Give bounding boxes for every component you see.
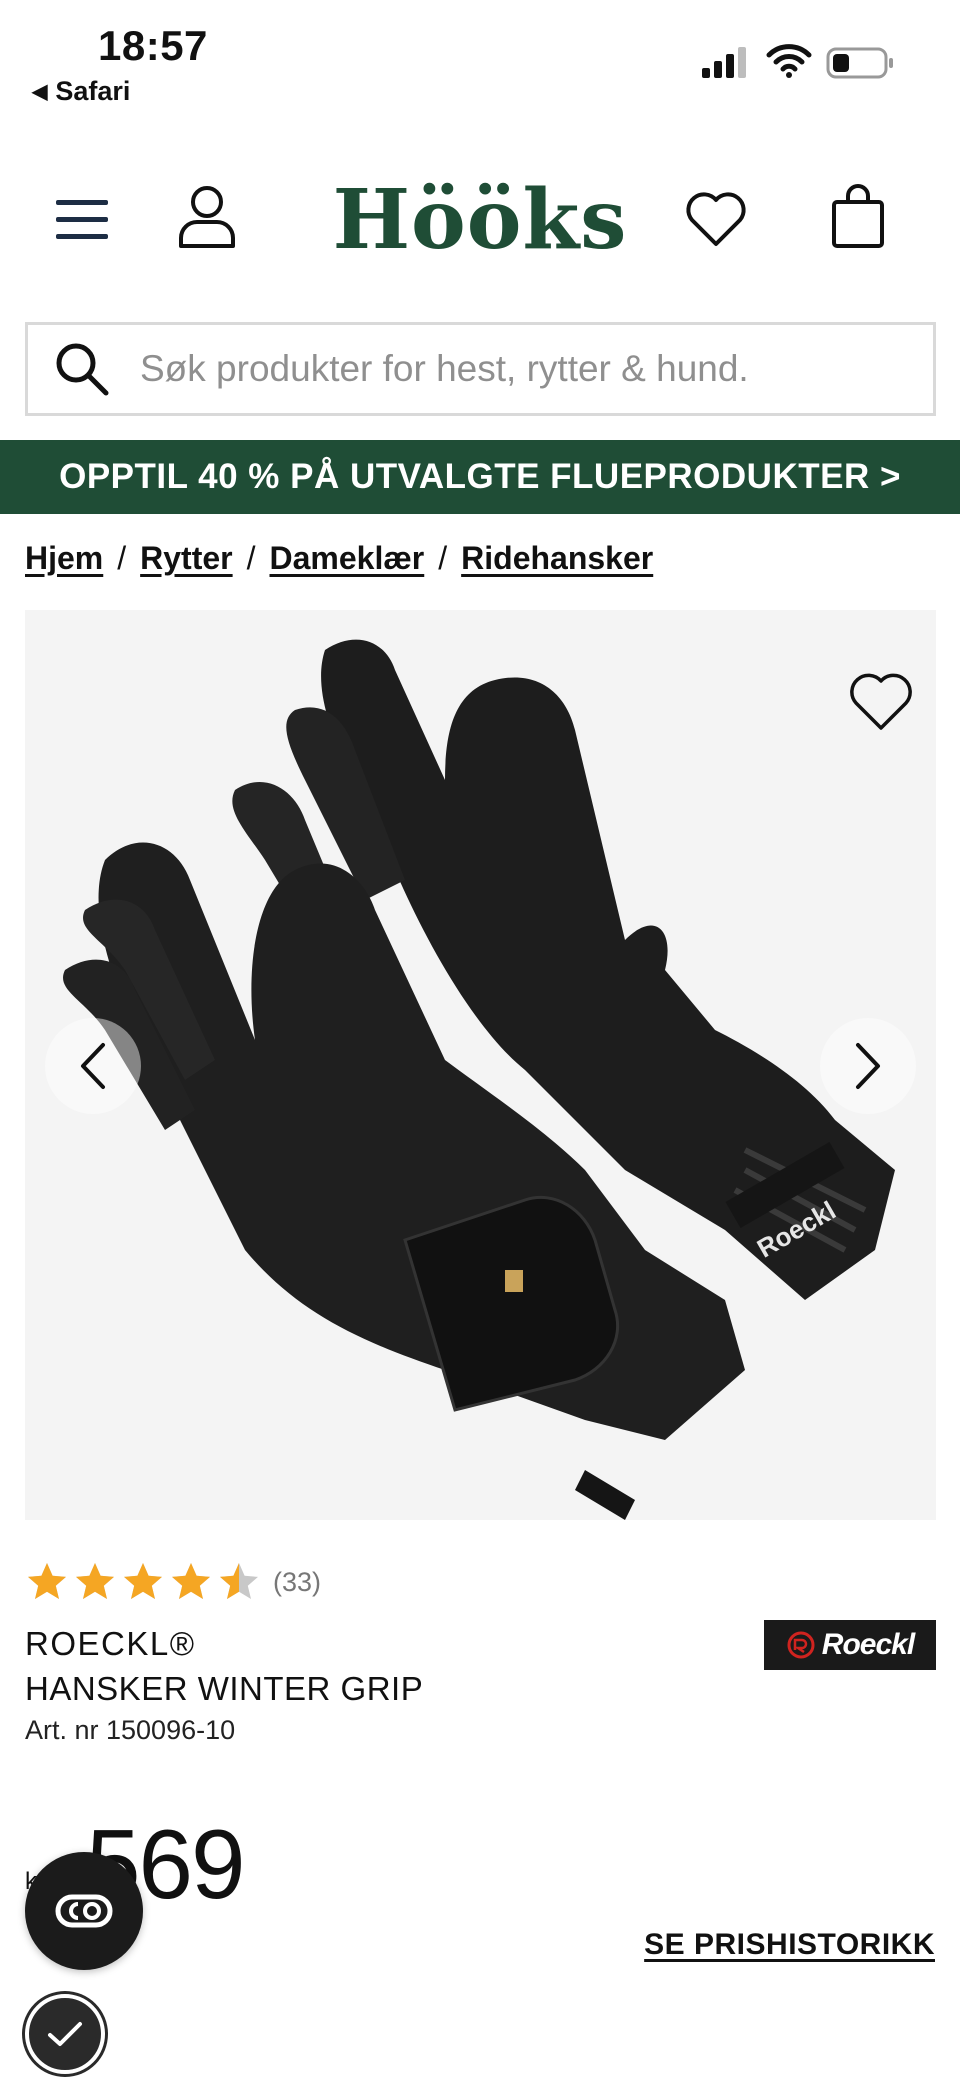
wishlist-heart-icon[interactable] (684, 190, 748, 248)
status-time: 18:57 (98, 22, 208, 69)
shopping-bag-icon[interactable] (828, 182, 888, 250)
status-bar: 18:57 ◀ Safari (0, 0, 960, 120)
search-bar[interactable]: Søk produkter for hest, rytter & hund. (25, 322, 936, 416)
roeckl-logo-icon (787, 1631, 815, 1659)
breadcrumb-separator: / (246, 540, 256, 576)
back-app-label: Safari (55, 76, 131, 106)
wifi-icon (766, 44, 812, 78)
back-to-app-link[interactable]: ◀ Safari (32, 76, 130, 107)
brand-logo-text: Roeckl (821, 1628, 915, 1661)
rating-stars (25, 1560, 265, 1604)
promo-banner[interactable]: OPPTIL 40 % PÅ UTVALGTE FLUEPRODUKTER > (0, 440, 960, 514)
product-wishlist-icon[interactable] (848, 670, 914, 732)
breadcrumb-separator: / (117, 540, 127, 576)
star-icon (172, 1563, 210, 1599)
product-title: HANSKER WINTER GRIP (25, 1670, 424, 1707)
product-brand[interactable]: ROECKL® (25, 1625, 196, 1663)
chat-button[interactable] (25, 1852, 143, 1970)
breadcrumb-rytter[interactable]: Rytter (140, 540, 232, 577)
search-icon (56, 343, 109, 396)
star-icon (76, 1563, 114, 1599)
product-rating[interactable]: (33) (25, 1560, 321, 1604)
gallery-next-button[interactable] (820, 1018, 916, 1114)
site-logo[interactable]: Hööks (0, 172, 960, 268)
product-article-number: Art. nr 150096-10 (25, 1715, 236, 1745)
search-input[interactable]: Søk produkter for hest, rytter & hund. (140, 348, 749, 390)
breadcrumb-home[interactable]: Hjem (25, 540, 103, 577)
breadcrumb-ridehansker[interactable]: Ridehansker (461, 540, 653, 577)
chat-icon (55, 1894, 113, 1928)
battery-icon (826, 47, 893, 79)
checkmark-icon (48, 2022, 82, 2046)
rating-count[interactable]: (33) (273, 1567, 321, 1598)
breadcrumb-dameklaer[interactable]: Dameklær (270, 540, 425, 577)
brand-logo[interactable]: Roeckl (764, 1620, 936, 1670)
breadcrumb-separator: / (438, 540, 448, 576)
back-triangle-icon: ◀ (32, 81, 48, 103)
price-history-link[interactable]: SE PRISHISTORIKK (644, 1928, 935, 1962)
verified-badge-button[interactable] (25, 1994, 105, 2074)
star-icon (124, 1563, 162, 1599)
star-icon (220, 1563, 258, 1599)
breadcrumb: Hjem / Rytter / Dameklær / Ridehansker (25, 540, 653, 577)
signal-icon (702, 47, 746, 78)
star-icon (28, 1563, 66, 1599)
product-image-gloves: Roeckl (63, 639, 895, 1520)
gallery-prev-button[interactable] (45, 1018, 141, 1114)
chevron-left-icon (81, 1043, 105, 1089)
site-header: Hööks (0, 170, 960, 270)
chevron-right-icon (856, 1043, 880, 1089)
product-image-gallery[interactable]: Roeckl (25, 610, 936, 1520)
